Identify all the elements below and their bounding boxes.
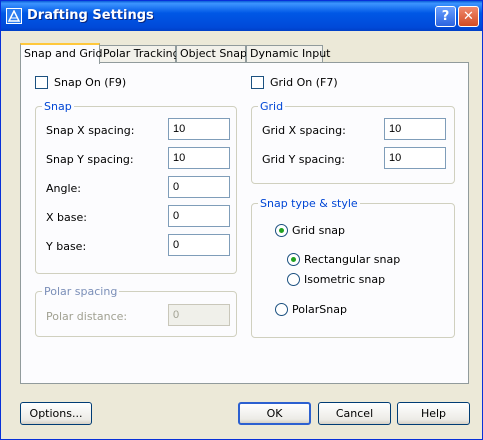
- help-icon: ?: [441, 9, 450, 24]
- grid-group-title: Grid: [258, 100, 286, 113]
- grid-snap-label[interactable]: Grid snap: [292, 224, 345, 237]
- snap-group: Snap Snap X spacing: Snap Y spacing: Ang…: [35, 100, 237, 274]
- grid-on-checkbox[interactable]: [251, 76, 264, 89]
- close-button[interactable]: ✕: [458, 6, 479, 27]
- tab-panel: Snap On (F9) Grid On (F7) Snap Snap X sp…: [20, 62, 469, 384]
- y-base-input[interactable]: [168, 234, 230, 256]
- window-title: Drafting Settings: [27, 8, 154, 23]
- tab-dynamic-input[interactable]: Dynamic Input: [246, 45, 331, 62]
- help-button[interactable]: Help: [397, 402, 470, 425]
- polar-spacing-title: Polar spacing: [42, 285, 120, 298]
- snap-type-style-group: Snap type & style Grid snap Rectangular …: [251, 197, 455, 338]
- grid-y-spacing-label: Grid Y spacing:: [262, 153, 346, 166]
- polar-spacing-group: Polar spacing Polar distance:: [35, 285, 237, 337]
- polarsnap-radio[interactable]: [275, 303, 288, 316]
- title-bar[interactable]: Drafting Settings ? ✕: [1, 1, 482, 31]
- tab-polar-tracking[interactable]: Polar Tracking: [99, 45, 180, 62]
- options-button[interactable]: Options...: [20, 402, 92, 425]
- radio-selected-dot: [291, 257, 296, 262]
- grid-x-spacing-label: Grid X spacing:: [262, 124, 346, 137]
- app-icon: [6, 8, 22, 24]
- help-title-button[interactable]: ?: [435, 6, 456, 27]
- snap-type-style-title: Snap type & style: [258, 197, 360, 210]
- grid-x-spacing-input[interactable]: [384, 118, 446, 140]
- snap-x-spacing-label: Snap X spacing:: [46, 124, 135, 137]
- grid-snap-radio[interactable]: [275, 224, 288, 237]
- grid-group: Grid Grid X spacing: Grid Y spacing:: [251, 100, 455, 184]
- snap-y-spacing-label: Snap Y spacing:: [46, 153, 134, 166]
- polarsnap-label[interactable]: PolarSnap: [292, 303, 347, 316]
- ok-button[interactable]: OK: [238, 402, 311, 425]
- isometric-snap-label[interactable]: Isometric snap: [304, 273, 385, 286]
- grid-on-label[interactable]: Grid On (F7): [270, 76, 338, 89]
- snap-y-spacing-input[interactable]: [168, 147, 230, 169]
- snap-on-checkbox[interactable]: [35, 76, 48, 89]
- isometric-snap-radio[interactable]: [287, 273, 300, 286]
- angle-input[interactable]: [168, 176, 230, 198]
- dialog-window: Drafting Settings ? ✕ Snap and Grid Pola…: [0, 0, 483, 440]
- tab-snap-and-grid[interactable]: Snap and Grid: [20, 43, 102, 64]
- snap-on-label[interactable]: Snap On (F9): [54, 76, 126, 89]
- polar-distance-input: [168, 304, 230, 326]
- cancel-button[interactable]: Cancel: [318, 402, 391, 425]
- rectangular-snap-label[interactable]: Rectangular snap: [304, 253, 400, 266]
- tab-object-snap[interactable]: Object Snap: [176, 45, 247, 62]
- y-base-label: Y base:: [46, 240, 87, 253]
- grid-y-spacing-input[interactable]: [384, 147, 446, 169]
- rectangular-snap-radio[interactable]: [287, 253, 300, 266]
- x-base-input[interactable]: [168, 205, 230, 227]
- snap-group-title: Snap: [42, 100, 74, 113]
- x-base-label: X base:: [46, 211, 87, 224]
- snap-x-spacing-input[interactable]: [168, 118, 230, 140]
- angle-label: Angle:: [46, 182, 82, 195]
- close-icon: ✕: [463, 9, 474, 24]
- radio-selected-dot: [279, 228, 284, 233]
- polar-distance-label: Polar distance:: [46, 310, 128, 323]
